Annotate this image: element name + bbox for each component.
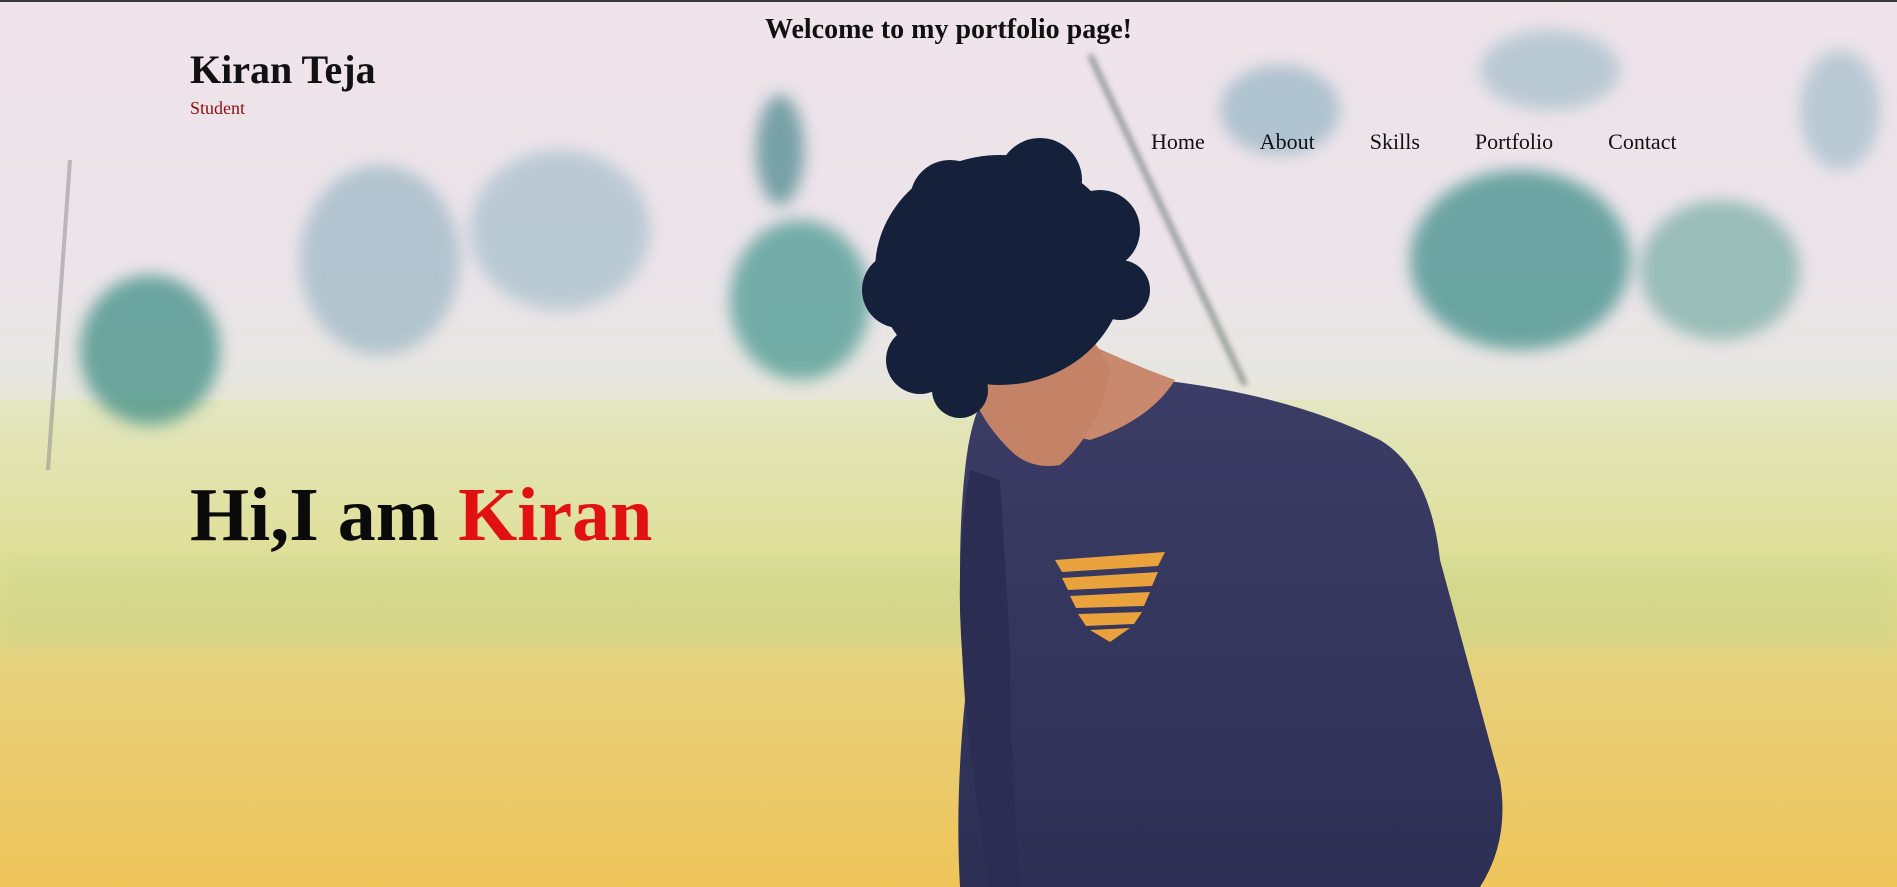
hero-headline: Hi,I am Kiran xyxy=(190,472,652,559)
welcome-heading: Welcome to my portfolio page! xyxy=(764,14,1133,45)
brand: Kiran Teja Student xyxy=(190,50,376,119)
brand-role: Student xyxy=(190,98,246,118)
hero-greeting: Hi,I am xyxy=(190,473,459,557)
main-nav: Home About Skills Portfolio Contact xyxy=(1151,129,1732,155)
hero-name: Kiran xyxy=(458,473,653,557)
nav-item-portfolio[interactable]: Portfolio xyxy=(1475,129,1553,155)
nav-item-contact[interactable]: Contact xyxy=(1608,129,1676,155)
top-border xyxy=(0,0,1897,2)
brand-name[interactable]: Kiran Teja xyxy=(190,50,376,90)
nav-item-skills[interactable]: Skills xyxy=(1370,129,1420,155)
nav-item-about[interactable]: About xyxy=(1260,129,1315,155)
nav-item-home[interactable]: Home xyxy=(1151,129,1205,155)
